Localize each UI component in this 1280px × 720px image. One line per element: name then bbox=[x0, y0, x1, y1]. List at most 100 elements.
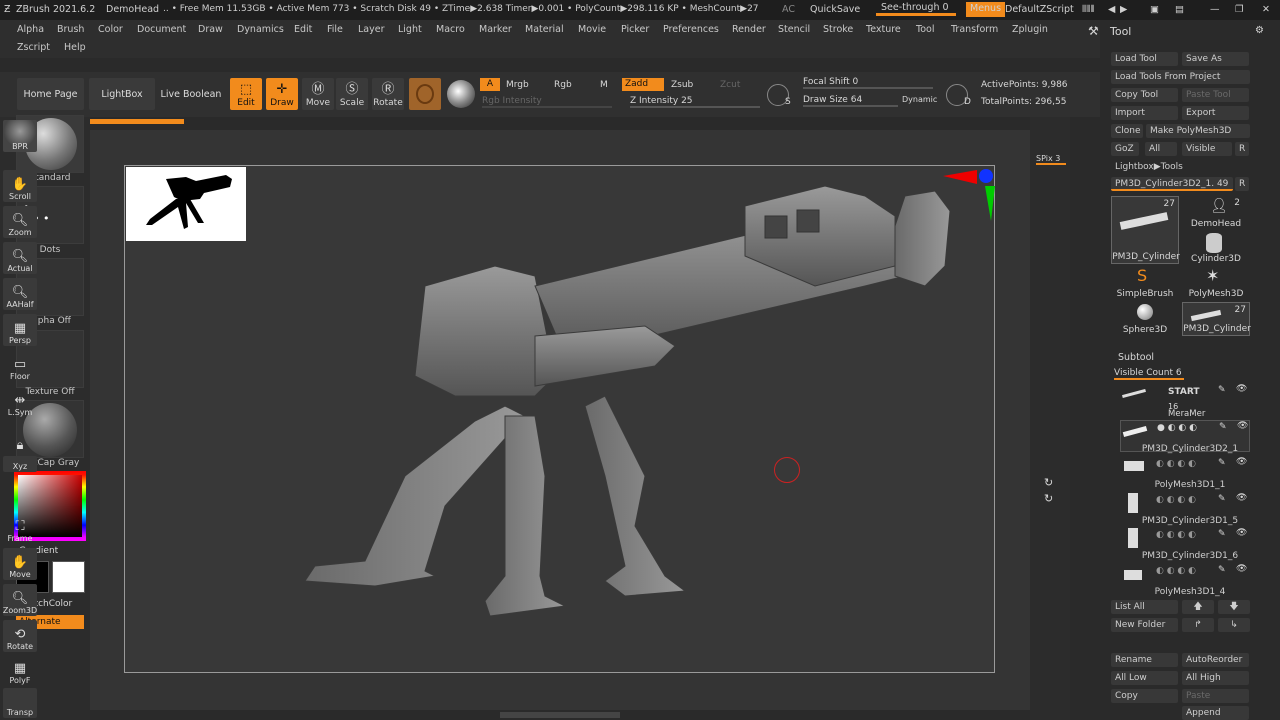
frame-button[interactable]: ⛶ Frame bbox=[3, 512, 37, 544]
menu-draw[interactable]: Draw bbox=[198, 24, 223, 35]
subtool-row-start[interactable]: START ✎ 👁︎ 16 MeraMer bbox=[1120, 384, 1250, 419]
autoreorder-button[interactable]: AutoReorder bbox=[1182, 653, 1249, 667]
eye-icon[interactable]: 👁︎ bbox=[1237, 421, 1248, 431]
arrow-right-icon[interactable]: ↱ bbox=[1182, 618, 1214, 632]
scale-button[interactable]: Ⓢ Scale bbox=[336, 78, 368, 110]
subtool-header[interactable]: Subtool bbox=[1118, 352, 1154, 363]
edit-button[interactable]: ⬚ Edit bbox=[230, 78, 262, 110]
load-tool-button[interactable]: Load Tool bbox=[1111, 52, 1178, 66]
subtool-name[interactable]: PM3D_Cylinder3D1_6 bbox=[1130, 551, 1250, 561]
brush-edit-icon[interactable]: ✎ bbox=[1218, 565, 1226, 575]
menu-texture[interactable]: Texture bbox=[866, 24, 901, 35]
brush-edit-icon[interactable]: ✎ bbox=[1218, 494, 1226, 504]
copy-tool-button[interactable]: Copy Tool bbox=[1111, 88, 1178, 102]
move-up-icon[interactable]: 🡅 bbox=[1182, 600, 1214, 614]
toggle-dots-icon[interactable]: ● ◐ ◐ ◐ bbox=[1157, 423, 1197, 433]
visible-count-slider[interactable]: Visible Count 6 bbox=[1114, 368, 1184, 380]
brush-edit-icon[interactable]: ✎ bbox=[1218, 385, 1226, 395]
persp-button[interactable]: ▦ Persp bbox=[3, 314, 37, 346]
layout2-icon[interactable]: ▤ bbox=[1175, 4, 1184, 15]
close-icon[interactable]: ✕ bbox=[1262, 4, 1270, 15]
layout-icon[interactable]: ⦀⦀⦀ bbox=[1082, 4, 1095, 15]
lock-button[interactable]: 🔒︎ bbox=[3, 422, 37, 454]
zsub-toggle[interactable]: Zsub bbox=[671, 80, 693, 90]
menu-help[interactable]: Help bbox=[64, 42, 86, 53]
see-through-slider[interactable]: See-through 0 bbox=[876, 2, 956, 16]
minimize-icon[interactable]: — bbox=[1210, 4, 1220, 15]
r-button[interactable]: R bbox=[1235, 142, 1249, 156]
toggle-dots-icon[interactable]: ◐ ◐ ◐ ◐ bbox=[1156, 495, 1196, 505]
maximize-icon[interactable]: ❐ bbox=[1235, 4, 1244, 15]
menu-edit[interactable]: Edit bbox=[294, 24, 312, 35]
menu-picker[interactable]: Picker bbox=[621, 24, 649, 35]
goz-button[interactable]: GoZ bbox=[1111, 142, 1139, 156]
transp-button[interactable]: Transp bbox=[3, 688, 37, 718]
clone-button[interactable]: Clone bbox=[1111, 124, 1143, 138]
zcut-toggle[interactable]: Zcut bbox=[720, 80, 740, 90]
scroll-right-icon[interactable]: ▶ bbox=[1120, 4, 1127, 15]
z-intensity-slider[interactable]: Z Intensity 25 bbox=[630, 96, 760, 108]
move-down-icon[interactable]: 🡇 bbox=[1218, 600, 1250, 614]
palette-options-icon[interactable]: ⚙ bbox=[1255, 25, 1264, 36]
rotate-button[interactable]: Ⓡ Rotate bbox=[372, 78, 404, 110]
menu-brush[interactable]: Brush bbox=[57, 24, 84, 35]
tool-thumb-simplebrush[interactable]: S SimpleBrush bbox=[1111, 266, 1179, 300]
menu-movie[interactable]: Movie bbox=[578, 24, 606, 35]
append-button[interactable]: Append bbox=[1182, 706, 1249, 720]
menu-light[interactable]: Light bbox=[398, 24, 422, 35]
m-toggle[interactable]: M bbox=[600, 80, 608, 90]
copy-button[interactable]: Copy bbox=[1111, 689, 1178, 703]
menu-alpha[interactable]: Alpha bbox=[17, 24, 44, 35]
menu-color[interactable]: Color bbox=[98, 24, 123, 35]
paste-tool-button[interactable]: Paste Tool bbox=[1182, 88, 1249, 102]
menu-marker[interactable]: Marker bbox=[479, 24, 512, 35]
import-button[interactable]: Import bbox=[1111, 106, 1178, 120]
menu-stencil[interactable]: Stencil bbox=[778, 24, 810, 35]
list-all-button[interactable]: List All bbox=[1111, 600, 1178, 614]
move-view-button[interactable]: ✋ Move bbox=[3, 548, 37, 580]
viewport-canvas[interactable] bbox=[124, 165, 995, 673]
save-as-button[interactable]: Save As bbox=[1182, 52, 1249, 66]
menu-zplugin[interactable]: Zplugin bbox=[1012, 24, 1048, 35]
rgb-toggle[interactable]: Rgb bbox=[554, 80, 572, 90]
menu-render[interactable]: Render bbox=[732, 24, 766, 35]
menu-material[interactable]: Material bbox=[525, 24, 564, 35]
live-boolean-button[interactable]: Live Boolean bbox=[157, 78, 225, 110]
aahalf-button[interactable]: 🔍︎ AAHalf bbox=[3, 278, 37, 310]
tool-thumb-sphere3d[interactable]: Sphere3D bbox=[1111, 302, 1179, 336]
menu-layer[interactable]: Layer bbox=[358, 24, 385, 35]
eye-icon[interactable]: 👁︎ bbox=[1236, 564, 1247, 574]
paste-button[interactable]: Paste bbox=[1182, 689, 1249, 703]
quicksave-button[interactable]: QuickSave bbox=[810, 4, 860, 15]
default-zscript-button[interactable]: DefaultZScript bbox=[1005, 4, 1074, 15]
lightbox-tools-button[interactable]: Lightbox▶Tools bbox=[1111, 160, 1250, 174]
dynamic-toggle[interactable]: Dynamic bbox=[902, 95, 937, 104]
toggle-dots-icon[interactable]: ◐ ◐ ◐ ◐ bbox=[1156, 459, 1196, 469]
tool-thumb-pm3d-cylinder-2[interactable]: 27 PM3D_Cylinder bbox=[1182, 302, 1251, 336]
xyz-button[interactable]: Xyz bbox=[3, 456, 37, 472]
bpr-button[interactable]: BPR bbox=[3, 120, 37, 152]
help-icon[interactable]: ▣ bbox=[1150, 4, 1159, 15]
all-button[interactable]: All bbox=[1145, 142, 1177, 156]
menu-file[interactable]: File bbox=[327, 24, 343, 35]
new-folder-button[interactable]: New Folder bbox=[1111, 618, 1178, 632]
menu-preferences[interactable]: Preferences bbox=[663, 24, 719, 35]
scroll-button[interactable]: ✋ Scroll bbox=[3, 170, 37, 202]
menus-toggle[interactable]: Menus bbox=[966, 2, 1006, 17]
subtool-name[interactable]: PM3D_Cylinder3D1_5 bbox=[1130, 516, 1250, 526]
floor-button[interactable]: ▭ Floor bbox=[3, 350, 37, 382]
brush-edit-icon[interactable]: ✎ bbox=[1218, 458, 1226, 468]
bottom-tray-handle[interactable] bbox=[500, 712, 620, 718]
draw-size-slider[interactable]: Draw Size 64 bbox=[803, 95, 898, 107]
zoom-button[interactable]: 🔍︎ Zoom bbox=[3, 206, 37, 238]
menu-document[interactable]: Document bbox=[137, 24, 186, 35]
eye-icon[interactable]: 👁︎ bbox=[1236, 384, 1247, 394]
actual-button[interactable]: 🔍︎ Actual bbox=[3, 242, 37, 274]
menu-macro[interactable]: Macro bbox=[436, 24, 465, 35]
rotate-y-icon[interactable]: ↻ bbox=[1044, 476, 1053, 489]
lsym-button[interactable]: ⇹ L.Sym bbox=[3, 386, 37, 418]
make-polymesh-button[interactable]: Make PolyMesh3D bbox=[1146, 124, 1250, 138]
focal-shift-slider[interactable]: Focal Shift 0 bbox=[803, 77, 933, 89]
arrow-down-right-icon[interactable]: ↳ bbox=[1218, 618, 1250, 632]
rgb-intensity-slider[interactable]: Rgb Intensity bbox=[482, 96, 612, 108]
